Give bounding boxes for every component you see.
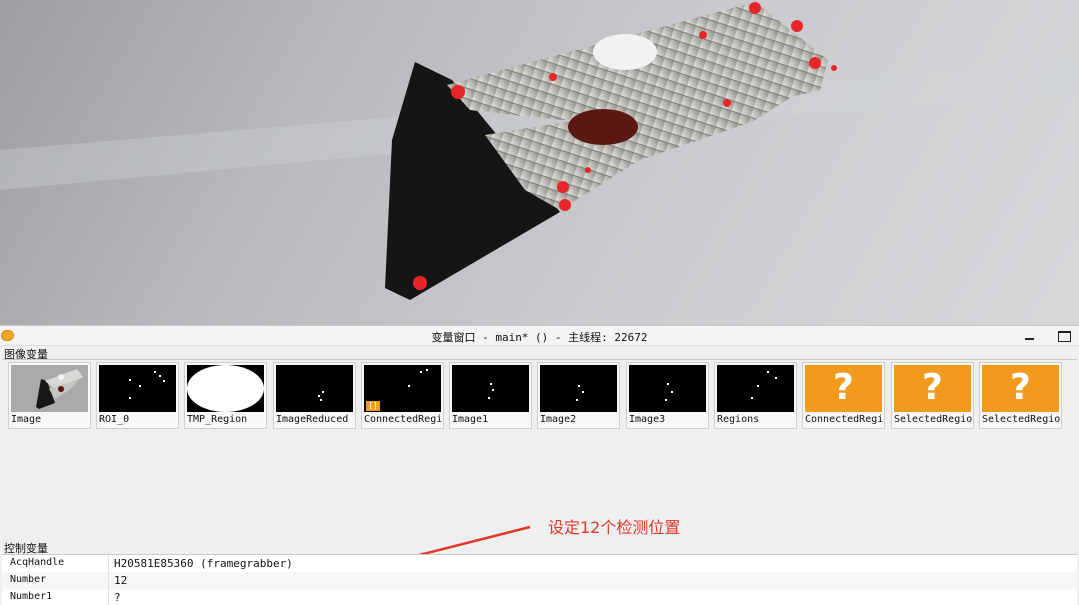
window-title: 变量窗口 - main* () - 主线程: 22672 (431, 331, 648, 344)
variable-window: 变量窗口 - main* () - 主线程: 22672 图像变量 Image (0, 325, 1079, 605)
image-var-thumb[interactable]: TMP_Region (184, 362, 267, 429)
annotation-text: 设定12个检测位置 (548, 518, 681, 537)
image-var-thumb[interactable]: [] ConnectedRegions (361, 362, 444, 429)
image-var-thumb[interactable]: Image2 (537, 362, 620, 429)
unknown-value-icon: ? (894, 365, 971, 412)
control-var-name: Number1 (10, 591, 53, 602)
image-var-name: TMP_Region (187, 414, 248, 425)
region-preview: [] (364, 365, 441, 412)
region-preview (717, 365, 794, 412)
image-var-thumb[interactable]: ImageReduced (273, 362, 356, 429)
image-var-thumb[interactable]: Image (8, 362, 91, 429)
region-preview (629, 365, 706, 412)
control-var-value: ? (114, 591, 121, 604)
control-var-value: H20581E85360 (framegrabber) (114, 557, 293, 570)
control-variables-table: AcqHandle H20581E85360 (framegrabber) Nu… (2, 554, 1077, 605)
image-var-name: Image (11, 414, 42, 425)
image-var-name: Image3 (629, 414, 666, 425)
image-var-name: ConnectedRegions (364, 414, 442, 425)
unknown-value-icon: ? (805, 365, 882, 412)
image-var-thumb[interactable]: ? ConnectedRegions (802, 362, 885, 429)
region-preview (99, 365, 176, 412)
image-var-thumb[interactable]: Regions (714, 362, 797, 429)
image-variables-panel: Image ROI_0 TMP_Region ImageReduced [] C… (2, 359, 1077, 545)
region-preview (540, 365, 617, 412)
image-preview (11, 365, 88, 412)
image-var-name: Image2 (540, 414, 577, 425)
image-var-name: SelectedRegions (982, 414, 1060, 425)
image-var-thumb[interactable]: ? SelectedRegions (979, 362, 1062, 429)
image-var-thumb[interactable]: Image3 (626, 362, 709, 429)
image-var-name: Image1 (452, 414, 489, 425)
maximize-button[interactable] (1055, 328, 1073, 343)
image-var-thumb[interactable]: Image1 (449, 362, 532, 429)
disk-preview (187, 365, 264, 412)
image-var-thumb[interactable]: ? SelectedRegions (891, 362, 974, 429)
control-var-row[interactable]: AcqHandle H20581E85360 (framegrabber) (2, 555, 1077, 572)
window-titlebar[interactable]: 变量窗口 - main* () - 主线程: 22672 (0, 326, 1079, 346)
region-preview (276, 365, 353, 412)
image-var-name: ConnectedRegions (805, 414, 883, 425)
array-badge: [] (366, 401, 380, 411)
control-var-row[interactable]: Number1 ? (2, 589, 1077, 605)
workpiece-photo (0, 2, 1079, 300)
camera-image (0, 0, 1079, 325)
control-var-name: Number (10, 574, 47, 585)
image-var-name: Regions (717, 414, 760, 425)
image-var-name: SelectedRegions (894, 414, 972, 425)
control-var-row[interactable]: Number 12 (2, 572, 1077, 589)
control-var-value: 12 (114, 574, 128, 587)
minimize-button[interactable] (1021, 328, 1039, 343)
control-var-name: AcqHandle (10, 557, 65, 568)
region-preview (452, 365, 529, 412)
image-var-name: ImageReduced (276, 414, 349, 425)
image-var-name: ROI_0 (99, 414, 130, 425)
image-var-thumb[interactable]: ROI_0 (96, 362, 179, 429)
unknown-value-icon: ? (982, 365, 1059, 412)
